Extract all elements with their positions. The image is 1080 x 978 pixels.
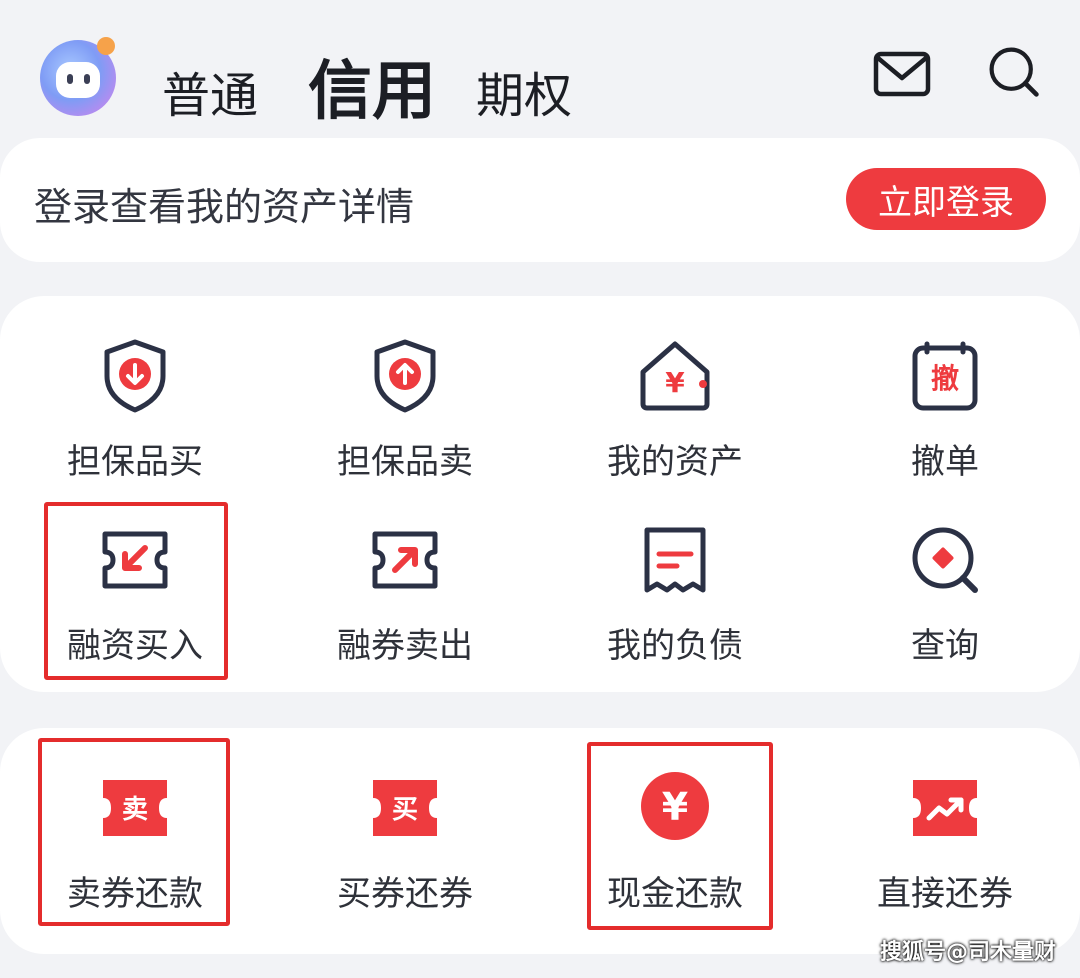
login-prompt: 登录查看我的资产详情: [34, 185, 415, 229]
buy-glyph: 买: [392, 795, 418, 825]
sell-ticket-icon: 卖: [103, 780, 167, 836]
grid-item-direct-return[interactable]: 直接还券: [810, 772, 1080, 915]
grid-item-label: 查询: [911, 626, 979, 666]
grid-item-label: 融券卖出: [337, 626, 473, 666]
direct-return-icon: [913, 780, 977, 836]
grid-item-label: 直接还券: [877, 874, 1013, 914]
grid-item-margin-buy[interactable]: 融资买入: [0, 520, 270, 667]
search-icon[interactable]: [984, 44, 1044, 100]
tab-credit[interactable]: 信用: [308, 40, 436, 132]
grid-item-label: 撤单: [911, 442, 979, 482]
grid-item-label: 现金还款: [607, 874, 743, 914]
ticket-arrow-in-icon: [102, 531, 168, 589]
shield-down-icon: [104, 339, 166, 413]
grid-item-label: 担保品买: [67, 442, 203, 482]
cancel-glyph: 撤: [931, 362, 959, 395]
buy-ticket-icon: 买: [373, 780, 437, 836]
svg-text:¥: ¥: [665, 366, 685, 399]
grid-item-my-assets[interactable]: ¥ 我的资产: [540, 336, 810, 483]
cancel-order-icon: 撤: [912, 341, 978, 411]
ticket-arrow-out-icon: [372, 531, 438, 589]
grid-item-cash-repay[interactable]: ¥ 现金还款: [540, 768, 810, 915]
tab-options[interactable]: 期权: [476, 56, 572, 126]
tab-normal[interactable]: 普通: [162, 56, 258, 126]
house-yen-icon: ¥: [640, 341, 710, 411]
grid-item-my-debt[interactable]: 我的负债: [540, 520, 810, 667]
grid-item-label: 卖券还款: [67, 874, 203, 914]
grid-item-cancel-order[interactable]: 撤 撤单: [810, 336, 1080, 483]
grid-item-label: 我的资产: [607, 442, 743, 482]
grid-item-label: 我的负债: [607, 626, 743, 666]
grid-item-buy-return[interactable]: 买 买券还券: [270, 772, 540, 915]
receipt-icon: [644, 527, 706, 593]
shield-up-icon: [374, 339, 436, 413]
sell-glyph: 卖: [122, 795, 148, 825]
credit-functions-card: 担保品买 担保品卖 ¥ 我的资产 撤 撤单 融资买入 融券卖出 我的负债 查询: [0, 296, 1080, 692]
cash-yen-icon: ¥: [641, 772, 709, 840]
watermark: 搜狐号@司木量财: [879, 940, 1056, 965]
repayment-card: 卖 卖券还款 买 买券还券 ¥ 现金还款 直接还券: [0, 728, 1080, 954]
grid-item-query[interactable]: 查询: [810, 520, 1080, 667]
grid-item-label: 买券还券: [337, 874, 473, 914]
grid-item-label: 担保品卖: [337, 442, 473, 482]
grid-item-sell-repay[interactable]: 卖 卖券还款: [0, 772, 270, 915]
grid-item-short-sell[interactable]: 融券卖出: [270, 520, 540, 667]
grid-item-collateral-sell[interactable]: 担保品卖: [270, 336, 540, 483]
grid-item-label: 融资买入: [67, 626, 203, 666]
app-logo-icon[interactable]: [34, 32, 124, 118]
mail-icon[interactable]: [872, 46, 932, 102]
top-header: 普通 信用 期权: [0, 0, 1080, 130]
login-button[interactable]: 立即登录: [846, 168, 1046, 230]
yen-glyph: ¥: [662, 785, 688, 829]
magnifier-diamond-icon: [912, 527, 978, 593]
grid-item-collateral-buy[interactable]: 担保品买: [0, 336, 270, 483]
login-card: 登录查看我的资产详情 立即登录: [0, 138, 1080, 262]
